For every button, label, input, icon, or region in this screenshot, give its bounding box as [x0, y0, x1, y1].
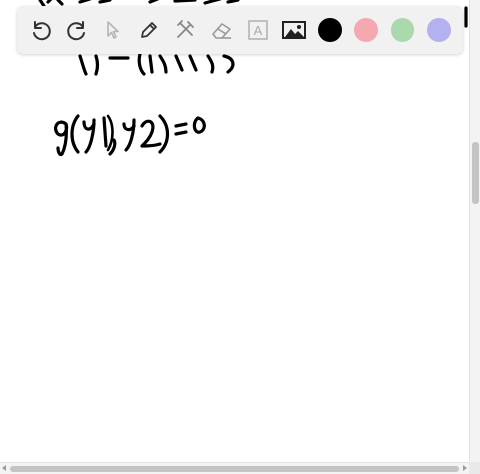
horizontal-scrollbar[interactable] [0, 462, 469, 474]
pointer-icon [107, 21, 119, 39]
whiteboard-canvas[interactable]: A [0, 0, 469, 462]
pen-tool-button[interactable] [135, 16, 163, 44]
scroll-right-arrow-icon[interactable] [463, 465, 467, 471]
tools-icon [177, 20, 195, 38]
vertical-scroll-thumb[interactable] [472, 142, 479, 204]
color-blue-swatch[interactable] [426, 18, 451, 42]
color-green-swatch[interactable] [390, 18, 415, 42]
redo-icon [67, 21, 85, 41]
undo-icon [32, 21, 51, 41]
handwritten-ink [38, 0, 468, 157]
image-tool-button[interactable] [280, 16, 308, 44]
text-tool-icon: A [248, 20, 268, 40]
color-red-swatch[interactable] [354, 18, 379, 42]
scroll-left-arrow-icon[interactable] [2, 465, 6, 471]
redo-button[interactable] [63, 16, 91, 44]
color-black-swatch[interactable] [318, 18, 342, 42]
eraser-tool-button[interactable] [208, 16, 236, 44]
horizontal-scroll-thumb[interactable] [10, 466, 459, 472]
undo-button[interactable] [27, 16, 55, 44]
text-tool-button[interactable]: A [244, 16, 272, 44]
select-tool-button[interactable] [99, 16, 127, 44]
text-tool-glyph: A [253, 23, 262, 38]
eraser-icon [211, 23, 231, 39]
pen-icon [141, 22, 158, 38]
drawing-toolbar: A [17, 6, 463, 54]
scrollbar-corner [469, 462, 480, 474]
image-icon [281, 21, 306, 39]
tools-button[interactable] [172, 16, 200, 44]
vertical-scrollbar[interactable] [469, 0, 480, 462]
